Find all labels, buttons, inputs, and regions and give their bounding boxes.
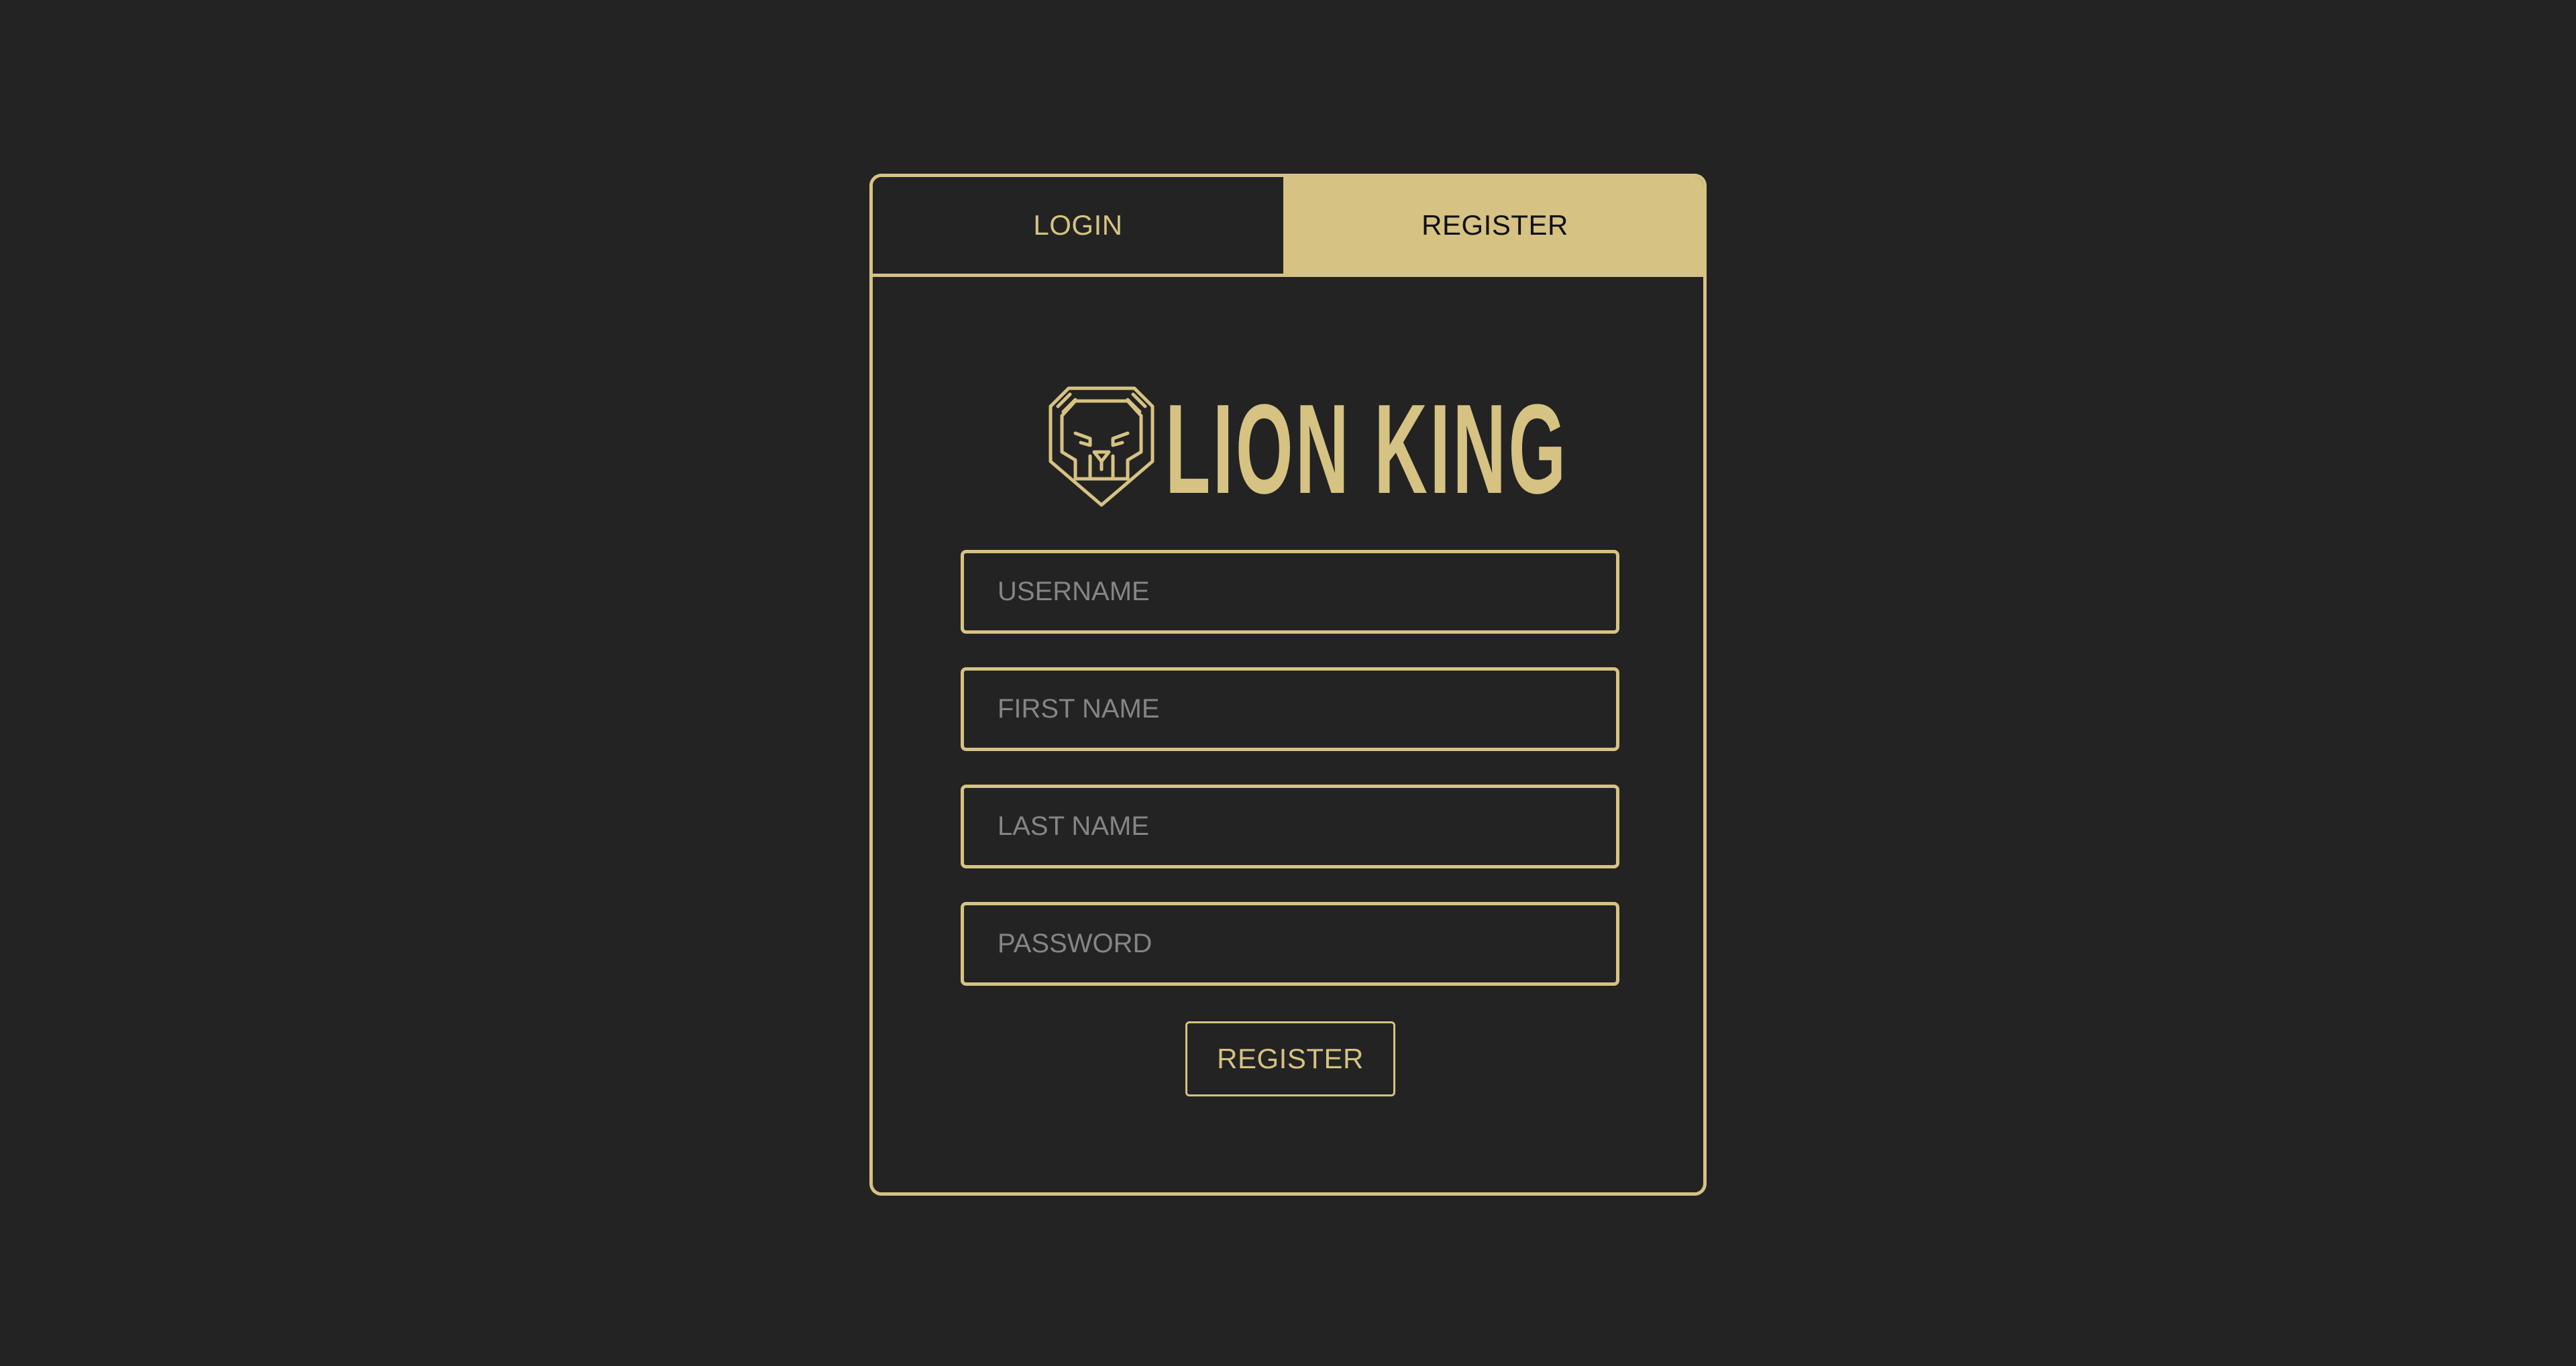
brand-logo: LION KING	[1049, 386, 1703, 513]
register-button[interactable]: REGISTER	[1185, 1021, 1395, 1096]
first-name-input[interactable]	[961, 667, 1619, 751]
tab-register[interactable]: REGISTER	[1287, 177, 1703, 274]
lion-head-icon	[1049, 386, 1155, 507]
auth-card: LOGIN REGISTER LION KING USERNAME FIRST …	[869, 174, 1707, 1196]
last-name-input[interactable]	[961, 785, 1619, 868]
brand-name: LION KING	[1165, 378, 1568, 520]
password-input[interactable]	[961, 902, 1619, 986]
auth-tabs: LOGIN REGISTER	[873, 177, 1703, 277]
username-input[interactable]	[961, 550, 1619, 634]
tab-login[interactable]: LOGIN	[873, 177, 1287, 274]
